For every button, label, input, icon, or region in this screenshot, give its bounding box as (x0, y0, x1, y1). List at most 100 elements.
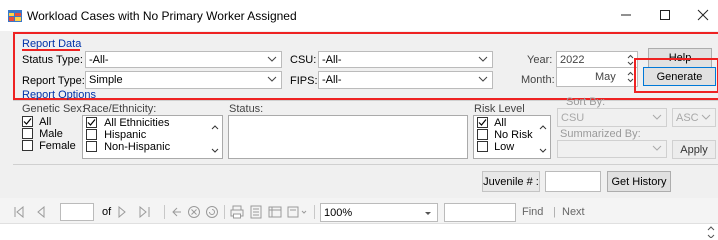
find-link[interactable]: Find (522, 206, 543, 218)
scroll-arrows-icon[interactable] (210, 123, 220, 155)
chevron-down-icon (478, 76, 488, 82)
option-label: Male (39, 128, 63, 140)
next-link[interactable]: Next (562, 206, 585, 218)
genetic-sex-option-all[interactable]: All (22, 116, 76, 128)
check-icon (478, 119, 487, 126)
race-option-hispanic[interactable]: Hispanic (86, 129, 222, 141)
checkbox[interactable] (22, 140, 33, 151)
sort-direction-value: ASC (676, 112, 699, 124)
page-setup-icon[interactable] (268, 205, 282, 219)
generate-button[interactable]: Generate (643, 67, 716, 86)
chevron-down-icon (425, 212, 431, 215)
option-label: All (494, 117, 507, 129)
minimize-icon (621, 14, 631, 16)
status-type-label: Status Type: (22, 54, 83, 66)
fips-value: -All- (322, 74, 342, 86)
summarized-by-label: Summarized By: (560, 128, 641, 140)
export-icon[interactable] (287, 205, 309, 219)
window-title: Workload Cases with No Primary Worker As… (27, 9, 297, 23)
genetic-sex-option-male[interactable]: Male (22, 128, 76, 140)
status-label: Status: (229, 103, 264, 115)
fips-select[interactable]: -All- (318, 71, 493, 89)
option-label: All Ethnicities (104, 117, 170, 129)
scroll-up-icon[interactable] (706, 224, 716, 238)
option-label: Non-Hispanic (104, 141, 171, 153)
chevron-down-icon (652, 145, 662, 151)
page-of-label: of (102, 206, 112, 218)
separator (224, 205, 225, 219)
separator (164, 205, 165, 219)
chevron-down-icon (478, 56, 488, 62)
sort-by-select[interactable]: CSU (557, 108, 667, 127)
status-type-select[interactable]: -All- (85, 51, 282, 68)
race-listbox[interactable]: All Ethnicities Hispanic Non-Hispanic (82, 115, 223, 159)
checkbox[interactable] (22, 116, 33, 127)
scroll-arrows-icon[interactable] (538, 123, 548, 155)
month-value: May (595, 71, 616, 83)
chevron-down-icon (267, 76, 277, 82)
next-page-icon[interactable] (118, 206, 158, 218)
race-option-non-hispanic[interactable]: Non-Hispanic (86, 141, 222, 153)
divider (13, 164, 718, 165)
checkbox[interactable] (477, 141, 488, 152)
race-option-all[interactable]: All Ethnicities (86, 117, 222, 129)
find-separator: | (553, 206, 556, 218)
stop-icon[interactable] (187, 205, 201, 219)
zoom-select[interactable]: 100% (320, 203, 438, 222)
report-type-label: Report Type: (22, 75, 85, 87)
option-label: Low (494, 141, 515, 153)
check-icon (87, 119, 96, 126)
checkbox[interactable] (86, 117, 97, 128)
chevron-down-icon (267, 56, 277, 62)
csu-select[interactable]: -All- (318, 51, 493, 68)
risk-level-label: Risk Level (474, 103, 525, 115)
sort-by-label: Sort By: (566, 96, 606, 108)
chevron-down-icon (701, 114, 711, 120)
minimize-button[interactable] (611, 4, 641, 28)
year-value: 2022 (560, 54, 585, 66)
genetic-sex-options: All Male Female (22, 116, 76, 152)
check-icon (23, 118, 32, 125)
checkbox[interactable] (477, 117, 488, 128)
refresh-icon[interactable] (205, 205, 219, 219)
find-input[interactable] (444, 203, 516, 222)
maximize-button[interactable] (650, 4, 680, 28)
zoom-value: 100% (324, 207, 353, 219)
back-icon[interactable] (170, 205, 182, 219)
checkbox[interactable] (477, 129, 488, 140)
divider (13, 100, 718, 101)
status-type-value: -All- (89, 54, 109, 66)
page-number-input[interactable] (60, 203, 94, 221)
summarized-by-select[interactable] (557, 140, 667, 158)
apply-button[interactable]: Apply (672, 140, 716, 159)
juvenile-label: Juvenile # : (482, 171, 540, 192)
title-bar: Workload Cases with No Primary Worker As… (0, 0, 718, 31)
csu-label: CSU: (290, 54, 317, 66)
sort-by-value: CSU (561, 112, 585, 124)
genetic-sex-label: Genetic Sex: (22, 103, 85, 115)
separator (314, 205, 315, 219)
risk-level-listbox[interactable]: All No Risk Low (473, 115, 551, 159)
get-history-button[interactable]: Get History (607, 171, 671, 192)
close-button[interactable] (688, 4, 718, 28)
report-type-value: Simple (89, 74, 123, 86)
fips-label: FIPS: (290, 75, 318, 87)
status-listbox[interactable] (228, 115, 468, 159)
print-layout-icon[interactable] (249, 205, 263, 219)
year-label: Year: (527, 54, 553, 66)
genetic-sex-option-female[interactable]: Female (22, 140, 76, 152)
checkbox[interactable] (22, 128, 33, 139)
report-type-select[interactable]: Simple (85, 71, 282, 89)
report-data-underline (22, 49, 80, 51)
checkbox[interactable] (86, 129, 97, 140)
first-page-icon[interactable] (14, 206, 54, 218)
juvenile-number-input[interactable] (545, 171, 601, 192)
chevron-down-icon (652, 114, 662, 120)
sort-direction-select[interactable]: ASC (672, 108, 716, 127)
checkbox[interactable] (86, 141, 97, 152)
month-spinner[interactable]: May (556, 67, 638, 87)
month-label: Month: (521, 74, 555, 86)
print-icon[interactable] (230, 205, 244, 219)
option-label: No Risk (494, 129, 533, 141)
year-spinner[interactable]: 2022 (556, 51, 638, 68)
